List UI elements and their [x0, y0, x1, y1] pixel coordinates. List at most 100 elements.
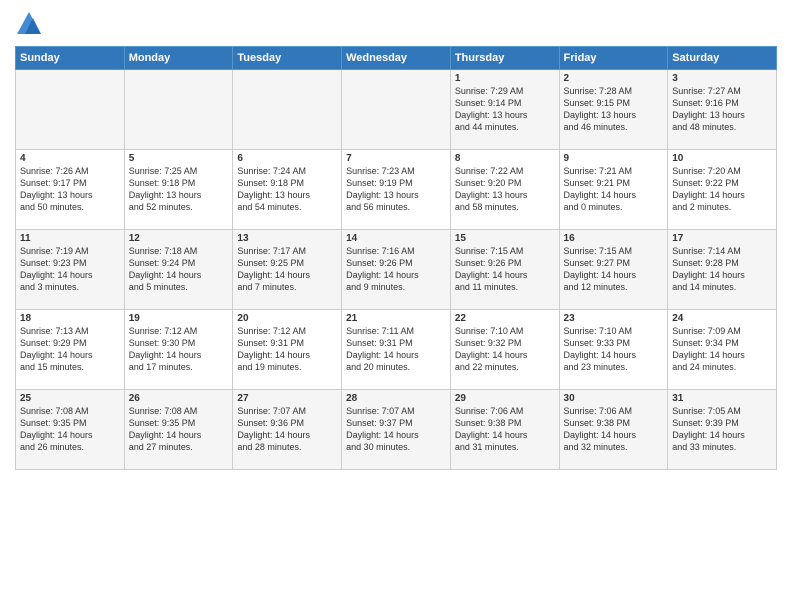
- day-cell: 6Sunrise: 7:24 AM Sunset: 9:18 PM Daylig…: [233, 150, 342, 230]
- day-number: 14: [346, 233, 446, 244]
- day-info: Sunrise: 7:12 AM Sunset: 9:31 PM Dayligh…: [237, 325, 337, 374]
- day-info: Sunrise: 7:22 AM Sunset: 9:20 PM Dayligh…: [455, 165, 555, 214]
- calendar-page: SundayMondayTuesdayWednesdayThursdayFrid…: [0, 0, 792, 612]
- day-info: Sunrise: 7:08 AM Sunset: 9:35 PM Dayligh…: [129, 405, 229, 454]
- day-cell: 19Sunrise: 7:12 AM Sunset: 9:30 PM Dayli…: [124, 310, 233, 390]
- day-cell: 15Sunrise: 7:15 AM Sunset: 9:26 PM Dayli…: [450, 230, 559, 310]
- day-cell: 2Sunrise: 7:28 AM Sunset: 9:15 PM Daylig…: [559, 70, 668, 150]
- day-info: Sunrise: 7:17 AM Sunset: 9:25 PM Dayligh…: [237, 245, 337, 294]
- week-row-3: 11Sunrise: 7:19 AM Sunset: 9:23 PM Dayli…: [16, 230, 777, 310]
- day-info: Sunrise: 7:28 AM Sunset: 9:15 PM Dayligh…: [564, 85, 664, 134]
- day-cell: 24Sunrise: 7:09 AM Sunset: 9:34 PM Dayli…: [668, 310, 777, 390]
- day-info: Sunrise: 7:14 AM Sunset: 9:28 PM Dayligh…: [672, 245, 772, 294]
- day-cell: [233, 70, 342, 150]
- day-info: Sunrise: 7:07 AM Sunset: 9:36 PM Dayligh…: [237, 405, 337, 454]
- header-cell-saturday: Saturday: [668, 47, 777, 70]
- day-cell: 16Sunrise: 7:15 AM Sunset: 9:27 PM Dayli…: [559, 230, 668, 310]
- header-cell-wednesday: Wednesday: [342, 47, 451, 70]
- day-info: Sunrise: 7:26 AM Sunset: 9:17 PM Dayligh…: [20, 165, 120, 214]
- day-cell: 9Sunrise: 7:21 AM Sunset: 9:21 PM Daylig…: [559, 150, 668, 230]
- day-number: 6: [237, 153, 337, 164]
- day-info: Sunrise: 7:07 AM Sunset: 9:37 PM Dayligh…: [346, 405, 446, 454]
- week-row-1: 1Sunrise: 7:29 AM Sunset: 9:14 PM Daylig…: [16, 70, 777, 150]
- calendar-table: SundayMondayTuesdayWednesdayThursdayFrid…: [15, 46, 777, 470]
- day-info: Sunrise: 7:29 AM Sunset: 9:14 PM Dayligh…: [455, 85, 555, 134]
- day-info: Sunrise: 7:23 AM Sunset: 9:19 PM Dayligh…: [346, 165, 446, 214]
- day-number: 29: [455, 393, 555, 404]
- day-info: Sunrise: 7:12 AM Sunset: 9:30 PM Dayligh…: [129, 325, 229, 374]
- day-number: 7: [346, 153, 446, 164]
- day-number: 19: [129, 313, 229, 324]
- day-cell: 14Sunrise: 7:16 AM Sunset: 9:26 PM Dayli…: [342, 230, 451, 310]
- day-info: Sunrise: 7:15 AM Sunset: 9:26 PM Dayligh…: [455, 245, 555, 294]
- week-row-2: 4Sunrise: 7:26 AM Sunset: 9:17 PM Daylig…: [16, 150, 777, 230]
- week-row-5: 25Sunrise: 7:08 AM Sunset: 9:35 PM Dayli…: [16, 390, 777, 470]
- day-cell: 18Sunrise: 7:13 AM Sunset: 9:29 PM Dayli…: [16, 310, 125, 390]
- day-info: Sunrise: 7:15 AM Sunset: 9:27 PM Dayligh…: [564, 245, 664, 294]
- day-cell: [342, 70, 451, 150]
- day-info: Sunrise: 7:18 AM Sunset: 9:24 PM Dayligh…: [129, 245, 229, 294]
- day-cell: 20Sunrise: 7:12 AM Sunset: 9:31 PM Dayli…: [233, 310, 342, 390]
- day-info: Sunrise: 7:27 AM Sunset: 9:16 PM Dayligh…: [672, 85, 772, 134]
- day-cell: 21Sunrise: 7:11 AM Sunset: 9:31 PM Dayli…: [342, 310, 451, 390]
- day-cell: 4Sunrise: 7:26 AM Sunset: 9:17 PM Daylig…: [16, 150, 125, 230]
- day-number: 12: [129, 233, 229, 244]
- header-cell-sunday: Sunday: [16, 47, 125, 70]
- day-info: Sunrise: 7:13 AM Sunset: 9:29 PM Dayligh…: [20, 325, 120, 374]
- header: [15, 10, 777, 38]
- day-cell: 10Sunrise: 7:20 AM Sunset: 9:22 PM Dayli…: [668, 150, 777, 230]
- day-cell: 12Sunrise: 7:18 AM Sunset: 9:24 PM Dayli…: [124, 230, 233, 310]
- day-info: Sunrise: 7:25 AM Sunset: 9:18 PM Dayligh…: [129, 165, 229, 214]
- day-info: Sunrise: 7:09 AM Sunset: 9:34 PM Dayligh…: [672, 325, 772, 374]
- day-cell: 27Sunrise: 7:07 AM Sunset: 9:36 PM Dayli…: [233, 390, 342, 470]
- day-number: 13: [237, 233, 337, 244]
- day-number: 23: [564, 313, 664, 324]
- day-cell: 29Sunrise: 7:06 AM Sunset: 9:38 PM Dayli…: [450, 390, 559, 470]
- day-info: Sunrise: 7:20 AM Sunset: 9:22 PM Dayligh…: [672, 165, 772, 214]
- day-cell: 7Sunrise: 7:23 AM Sunset: 9:19 PM Daylig…: [342, 150, 451, 230]
- logo-icon: [15, 10, 43, 38]
- day-info: Sunrise: 7:05 AM Sunset: 9:39 PM Dayligh…: [672, 405, 772, 454]
- header-cell-tuesday: Tuesday: [233, 47, 342, 70]
- day-info: Sunrise: 7:16 AM Sunset: 9:26 PM Dayligh…: [346, 245, 446, 294]
- day-number: 22: [455, 313, 555, 324]
- header-cell-thursday: Thursday: [450, 47, 559, 70]
- day-cell: 8Sunrise: 7:22 AM Sunset: 9:20 PM Daylig…: [450, 150, 559, 230]
- day-cell: 17Sunrise: 7:14 AM Sunset: 9:28 PM Dayli…: [668, 230, 777, 310]
- day-info: Sunrise: 7:19 AM Sunset: 9:23 PM Dayligh…: [20, 245, 120, 294]
- day-info: Sunrise: 7:21 AM Sunset: 9:21 PM Dayligh…: [564, 165, 664, 214]
- day-cell: 1Sunrise: 7:29 AM Sunset: 9:14 PM Daylig…: [450, 70, 559, 150]
- day-number: 20: [237, 313, 337, 324]
- day-cell: [124, 70, 233, 150]
- day-info: Sunrise: 7:11 AM Sunset: 9:31 PM Dayligh…: [346, 325, 446, 374]
- day-cell: 31Sunrise: 7:05 AM Sunset: 9:39 PM Dayli…: [668, 390, 777, 470]
- day-number: 5: [129, 153, 229, 164]
- day-number: 18: [20, 313, 120, 324]
- day-number: 16: [564, 233, 664, 244]
- day-cell: 26Sunrise: 7:08 AM Sunset: 9:35 PM Dayli…: [124, 390, 233, 470]
- day-number: 8: [455, 153, 555, 164]
- day-cell: 25Sunrise: 7:08 AM Sunset: 9:35 PM Dayli…: [16, 390, 125, 470]
- day-number: 1: [455, 73, 555, 84]
- day-number: 27: [237, 393, 337, 404]
- day-cell: 22Sunrise: 7:10 AM Sunset: 9:32 PM Dayli…: [450, 310, 559, 390]
- day-number: 4: [20, 153, 120, 164]
- day-number: 17: [672, 233, 772, 244]
- day-cell: 30Sunrise: 7:06 AM Sunset: 9:38 PM Dayli…: [559, 390, 668, 470]
- day-number: 30: [564, 393, 664, 404]
- day-number: 25: [20, 393, 120, 404]
- day-info: Sunrise: 7:06 AM Sunset: 9:38 PM Dayligh…: [455, 405, 555, 454]
- logo: [15, 10, 47, 38]
- day-info: Sunrise: 7:08 AM Sunset: 9:35 PM Dayligh…: [20, 405, 120, 454]
- day-number: 10: [672, 153, 772, 164]
- week-row-4: 18Sunrise: 7:13 AM Sunset: 9:29 PM Dayli…: [16, 310, 777, 390]
- header-cell-monday: Monday: [124, 47, 233, 70]
- day-cell: 23Sunrise: 7:10 AM Sunset: 9:33 PM Dayli…: [559, 310, 668, 390]
- day-cell: 13Sunrise: 7:17 AM Sunset: 9:25 PM Dayli…: [233, 230, 342, 310]
- header-cell-friday: Friday: [559, 47, 668, 70]
- day-number: 24: [672, 313, 772, 324]
- day-info: Sunrise: 7:24 AM Sunset: 9:18 PM Dayligh…: [237, 165, 337, 214]
- day-cell: 3Sunrise: 7:27 AM Sunset: 9:16 PM Daylig…: [668, 70, 777, 150]
- day-number: 9: [564, 153, 664, 164]
- day-number: 15: [455, 233, 555, 244]
